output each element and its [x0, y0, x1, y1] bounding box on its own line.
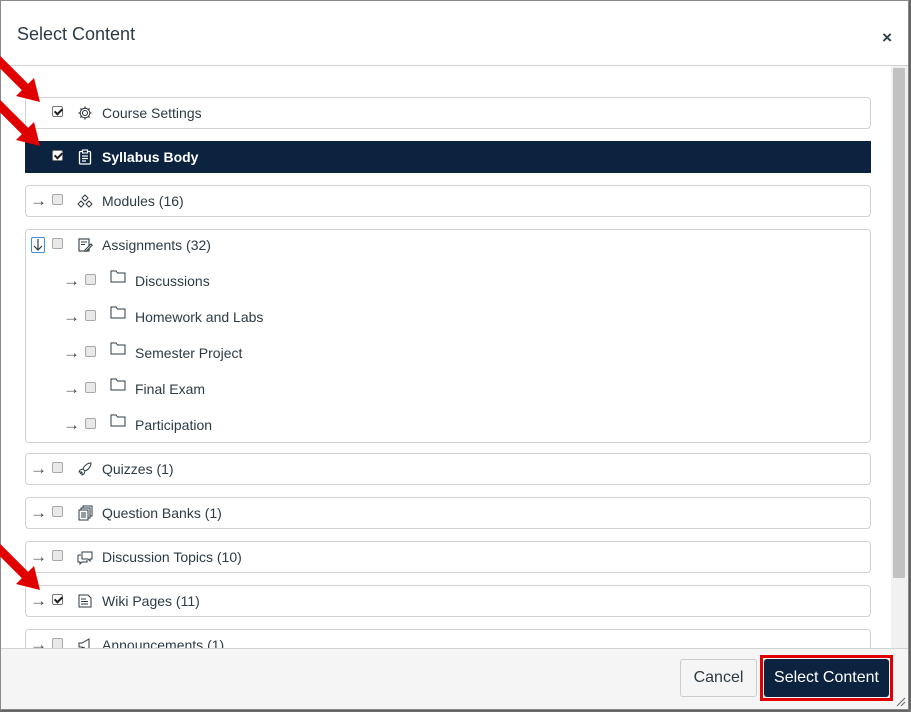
assignment-group-checkbox[interactable]: [85, 382, 96, 393]
modules-label: Modules (16): [102, 193, 184, 209]
modules-icon: [77, 194, 93, 208]
tree-item-quizzes[interactable]: → Quizzes (1): [25, 453, 871, 485]
folder-icon: [110, 342, 126, 355]
expand-arrow-icon[interactable]: →: [63, 413, 80, 437]
folder-icon: [110, 270, 126, 283]
expand-arrow-icon[interactable]: →: [63, 341, 80, 365]
expand-arrow-icon[interactable]: →: [30, 501, 47, 525]
modules-checkbox[interactable]: [52, 194, 63, 205]
tree-item-assignments[interactable]: Assignments (32) → Discussions → Homewor…: [25, 229, 871, 443]
tree-item-discussion-topics[interactable]: → Discussion Topics (10): [25, 541, 871, 573]
assignment-group-row[interactable]: → Semester Project: [26, 338, 870, 368]
discussion-topics-label: Discussion Topics (10): [102, 549, 242, 565]
tree-item-wiki-pages[interactable]: → Wiki Pages (11): [25, 585, 871, 617]
assignment-icon: [78, 238, 93, 252]
expand-arrow-icon[interactable]: →: [63, 377, 80, 401]
red-arrow-annotation: [0, 99, 40, 146]
scrollbar[interactable]: [891, 66, 908, 648]
announcements-label: Announcements (1): [102, 637, 225, 648]
discussion-icon: [77, 551, 93, 565]
assignment-group-label: Homework and Labs: [135, 309, 264, 325]
page-icon: [78, 594, 92, 608]
rocket-icon: [78, 462, 92, 476]
course-settings-label: Course Settings: [102, 105, 202, 121]
folder-icon: [110, 378, 126, 391]
assignment-group-row[interactable]: → Final Exam: [26, 374, 870, 404]
syllabus-body-label: Syllabus Body: [102, 149, 199, 165]
expand-arrow-icon[interactable]: →: [63, 269, 80, 293]
tree-item-modules[interactable]: → Modules (16): [25, 185, 871, 217]
tree-item-question-banks[interactable]: → Question Banks (1): [25, 497, 871, 529]
tree-item-announcements[interactable]: → Announcements (1): [25, 629, 871, 648]
expand-arrow-icon[interactable]: →: [63, 305, 80, 329]
assignments-label: Assignments (32): [102, 237, 211, 253]
announcements-checkbox[interactable]: [52, 638, 63, 648]
select-content-dialog: Select Content × Course Settings Syllabu…: [0, 0, 909, 710]
dialog-header: Select Content ×: [1, 1, 908, 66]
expand-arrow-icon[interactable]: →: [30, 633, 47, 648]
assignment-group-row[interactable]: → Participation: [26, 410, 870, 440]
announcement-icon: [78, 638, 90, 648]
assignment-group-row[interactable]: → Homework and Labs: [26, 302, 870, 332]
quizzes-label: Quizzes (1): [102, 461, 174, 477]
dialog-title: Select Content: [17, 24, 136, 44]
assignment-group-label: Participation: [135, 417, 213, 433]
wiki-pages-label: Wiki Pages (11): [102, 593, 200, 609]
assignment-group-label: Discussions: [135, 273, 210, 289]
assignment-group-checkbox[interactable]: [85, 418, 96, 429]
question-bank-icon: [78, 505, 93, 521]
tree-item-course-settings[interactable]: Course Settings: [25, 97, 871, 129]
assignment-group-checkbox[interactable]: [85, 310, 96, 321]
assignment-group-label: Semester Project: [135, 345, 243, 361]
expand-arrow-icon[interactable]: →: [30, 457, 47, 481]
tree-item-syllabus-body[interactable]: Syllabus Body: [25, 141, 871, 173]
folder-icon: [110, 306, 126, 319]
close-icon[interactable]: ×: [882, 29, 892, 46]
scrollbar-thumb[interactable]: [893, 68, 905, 578]
assignments-checkbox[interactable]: [52, 238, 63, 249]
assignment-group-checkbox[interactable]: [85, 346, 96, 357]
assignment-group-row[interactable]: → Discussions: [26, 266, 870, 296]
content-tree: Course Settings Syllabus Body → Modules …: [1, 66, 908, 648]
folder-icon: [110, 414, 126, 427]
quizzes-checkbox[interactable]: [52, 462, 63, 473]
red-arrow-annotation: [0, 543, 40, 590]
resize-handle-icon[interactable]: [896, 697, 906, 707]
gear-icon: [78, 106, 92, 120]
assignment-group-label: Final Exam: [135, 381, 206, 397]
cancel-button[interactable]: Cancel: [680, 659, 757, 697]
expand-arrow-icon[interactable]: →: [30, 189, 47, 213]
select-content-button[interactable]: Select Content: [764, 659, 889, 697]
question-banks-label: Question Banks (1): [102, 505, 222, 521]
assignment-group-checkbox[interactable]: [85, 274, 96, 285]
dialog-footer: Cancel Select Content: [1, 648, 908, 709]
collapse-toggle-icon[interactable]: [31, 237, 45, 253]
clipboard-icon: [78, 149, 92, 165]
question-banks-checkbox[interactable]: [52, 506, 63, 517]
